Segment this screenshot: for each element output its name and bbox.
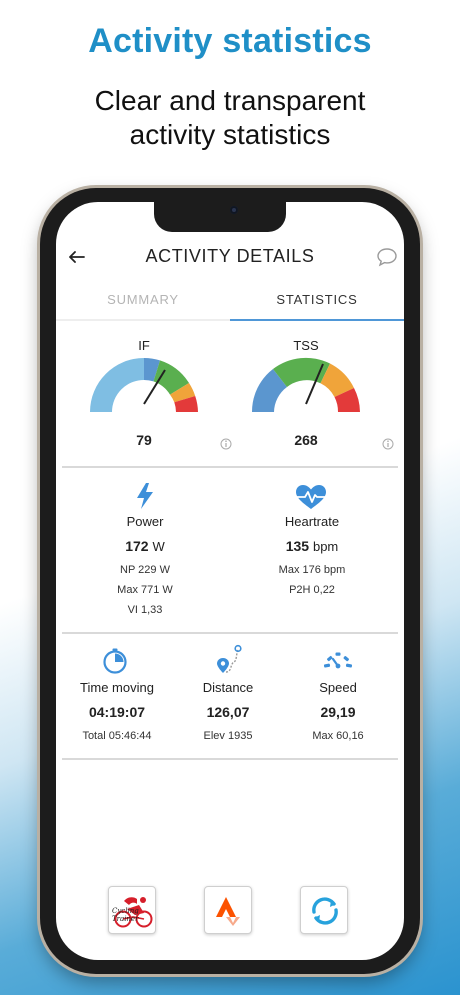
tab-bar: SUMMARY STATISTICS — [56, 286, 404, 322]
tab-statistics[interactable]: STATISTICS — [230, 286, 404, 322]
if-gauge — [90, 357, 198, 412]
power-label: Power — [126, 514, 164, 529]
speech-bubble-icon[interactable] — [374, 244, 400, 270]
speed-max: Max 60,16 — [312, 730, 364, 742]
power-max: Max 771 W — [117, 584, 173, 596]
promo-subline-line1: Clear and transparent — [94, 85, 366, 116]
lightning-bolt-icon — [137, 483, 153, 509]
cycling-trainer-text: Cycling Trainer — [112, 907, 139, 923]
heartrate-label: Heartrate — [284, 514, 340, 529]
cycling-trainer-button[interactable]: Cycling Trainer — [108, 886, 156, 934]
power-np: NP 229 W — [120, 564, 170, 576]
time-total: Total 05:46:44 — [82, 730, 152, 742]
heartrate-value: 135 bpm — [252, 538, 372, 554]
heartrate-max: Max 176 bpm — [278, 564, 346, 576]
sync-logo — [312, 897, 338, 925]
promo-subline: Clear and transparent activity statistic… — [0, 84, 460, 152]
strava-button[interactable] — [204, 886, 252, 934]
distance-elevation: Elev 1935 — [203, 730, 253, 742]
distance-label: Distance — [202, 680, 254, 695]
promo-headline: Activity statistics — [88, 22, 372, 60]
strava-logo — [216, 897, 240, 926]
tss-label: TSS — [293, 338, 319, 353]
speedometer-icon — [323, 652, 353, 669]
distance-value: 126,07 — [206, 704, 250, 720]
promo-subline-line2: activity statistics — [129, 119, 331, 150]
if-value: 79 — [136, 432, 152, 448]
section-divider — [62, 758, 398, 760]
sync-button[interactable] — [300, 886, 348, 934]
front-camera — [230, 206, 238, 214]
section-divider — [62, 466, 398, 468]
heartbeat-icon — [296, 485, 326, 509]
route-pin-icon — [217, 644, 242, 673]
info-icon[interactable] — [382, 438, 394, 450]
page-title: ACTIVITY DETAILS — [145, 246, 315, 266]
power-unit: W — [152, 539, 165, 554]
power-value: 172 W — [90, 538, 200, 554]
if-label: IF — [138, 338, 150, 353]
app-header: ACTIVITY DETAILS — [56, 242, 404, 272]
time-moving-label: Time moving — [80, 680, 154, 695]
heartrate-p2h: P2H 0,22 — [289, 584, 335, 596]
tss-gauge — [251, 357, 360, 412]
info-icon[interactable] — [220, 438, 232, 450]
stopwatch-icon — [103, 648, 127, 674]
heartrate-value-number: 135 — [285, 538, 310, 554]
speed-label: Speed — [319, 680, 357, 695]
section-divider — [62, 632, 398, 634]
time-moving-value: 04:19:07 — [88, 704, 146, 720]
app-screen: ACTIVITY DETAILS SUMMARY STATISTICS IF 7… — [56, 202, 404, 960]
tss-value: 268 — [294, 432, 318, 448]
power-value-number: 172 — [125, 538, 149, 554]
phone-notch — [154, 202, 286, 232]
speed-value: 29,19 — [320, 704, 356, 720]
phone-frame: ACTIVITY DETAILS SUMMARY STATISTICS IF 7… — [40, 188, 420, 974]
tab-summary[interactable]: SUMMARY — [56, 286, 230, 322]
heartrate-unit: bpm — [312, 539, 339, 554]
tab-active-indicator — [230, 319, 404, 321]
power-vi: VI 1,33 — [127, 604, 163, 616]
